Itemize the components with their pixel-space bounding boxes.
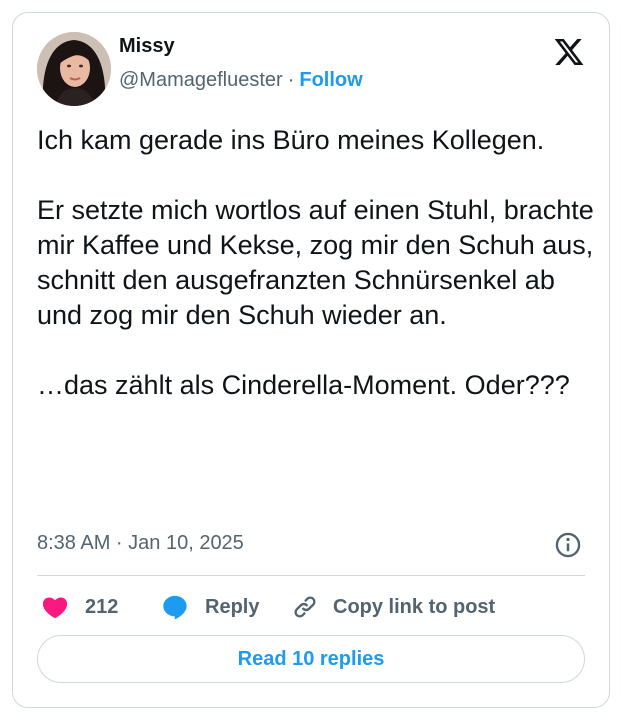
author-name[interactable]: Missy <box>119 35 175 58</box>
tweet-paragraph: Ich kam gerade ins Büro meines Kollegen. <box>37 125 545 155</box>
tweet-paragraph: Er setzte mich wortlos auf einen Stuhl, … <box>37 195 594 330</box>
speech-bubble-icon <box>163 595 187 620</box>
read-replies-button[interactable]: Read 10 replies <box>37 635 585 683</box>
heart-icon <box>42 597 68 619</box>
avatar[interactable] <box>37 32 111 106</box>
avatar-image <box>37 32 111 106</box>
tweet-paragraph: …das zählt als Cinderella-Moment. Oder??… <box>37 370 570 400</box>
author-handle[interactable]: @Mamagefluester <box>119 69 283 91</box>
separator-dot: · <box>287 69 295 91</box>
like-count: 212 <box>85 595 119 618</box>
divider <box>37 575 585 576</box>
author-meta: @Mamagefluester · Follow <box>119 69 363 92</box>
action-bar: 212 Reply Copy link to post <box>37 589 585 625</box>
copy-link-button[interactable]: Copy link to post <box>291 589 495 625</box>
info-icon[interactable] <box>554 531 582 559</box>
reply-button[interactable]: Reply <box>161 589 259 625</box>
follow-button[interactable]: Follow <box>299 69 362 91</box>
tweet-card: Missy @Mamagefluester · Follow Ich kam ger… <box>12 12 610 708</box>
like-button[interactable]: 212 <box>41 589 118 625</box>
x-logo-icon[interactable] <box>553 36 585 68</box>
link-icon <box>294 596 316 618</box>
read-replies-label: Read 10 replies <box>237 647 385 670</box>
copy-link-label: Copy link to post <box>333 595 496 618</box>
tweet-timestamp[interactable]: 8:38 AM · Jan 10, 2025 <box>37 532 244 555</box>
tweet-text: Ich kam gerade ins Büro meines Kollegen.… <box>37 123 597 403</box>
reply-label: Reply <box>205 595 260 618</box>
